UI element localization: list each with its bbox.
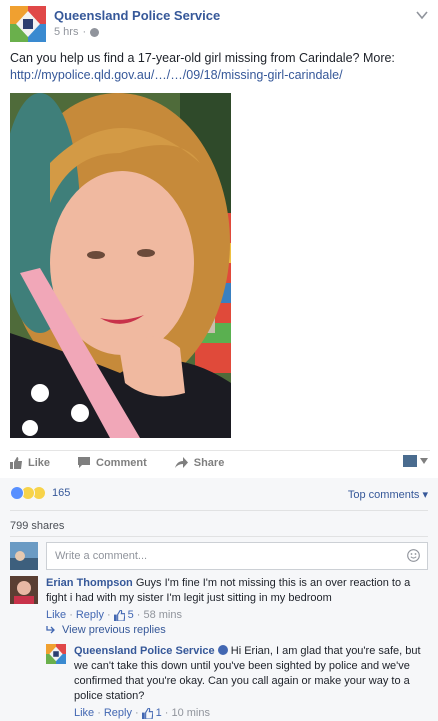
verified-badge-icon bbox=[217, 645, 228, 655]
chevron-down-icon[interactable] bbox=[416, 10, 428, 20]
emoji-icon[interactable] bbox=[407, 549, 420, 562]
reply-reply-link[interactable]: Reply bbox=[104, 706, 132, 721]
reply-body: Queensland Police Service Hi Erian, I am… bbox=[74, 644, 426, 721]
reply-like-link[interactable]: Like bbox=[74, 706, 94, 721]
comment-actions: Like · Reply · 5 · 58 mins bbox=[46, 608, 182, 623]
comment-label: Comment bbox=[96, 456, 147, 469]
post-link[interactable]: http://mypolice.qld.gov.au/…/…/09/18/mis… bbox=[10, 68, 343, 82]
comment-reply-link[interactable]: Reply bbox=[76, 608, 104, 623]
reply-arrow-icon bbox=[46, 626, 55, 634]
comments-area: 165 Top comments ▾ 799 shares Write a co… bbox=[0, 478, 438, 721]
post-text: Can you help us find a 17-year-old girl … bbox=[10, 50, 430, 84]
shares-count[interactable]: 799 shares bbox=[10, 520, 64, 532]
reply-author-avatar[interactable] bbox=[46, 644, 66, 664]
viewer-avatar bbox=[10, 542, 38, 570]
post-meta: 5 hrs · bbox=[54, 26, 100, 38]
globe-icon bbox=[90, 27, 100, 37]
comment-body: Erian Thompson Guys I'm fine I'm not mis… bbox=[46, 576, 418, 623]
comment-button[interactable]: Comment bbox=[78, 457, 147, 469]
top-comments-dropdown[interactable]: Top comments ▾ bbox=[348, 488, 428, 501]
comment-author[interactable]: Erian Thompson bbox=[46, 577, 133, 589]
comment-like-count[interactable]: 5 bbox=[128, 608, 134, 623]
post-action-bar: Like Comment Share bbox=[10, 450, 430, 474]
caret-down-icon bbox=[420, 458, 428, 464]
post-message: Can you help us find a 17-year-old girl … bbox=[10, 51, 395, 65]
share-label: Share bbox=[193, 456, 225, 469]
reply-like-count[interactable]: 1 bbox=[156, 706, 162, 721]
thumbs-up-icon bbox=[10, 456, 22, 469]
view-previous-replies[interactable]: View previous replies bbox=[46, 624, 166, 636]
comment-input[interactable] bbox=[46, 542, 428, 570]
comment-composer bbox=[10, 542, 428, 570]
divider bbox=[10, 536, 428, 537]
like-label: Like bbox=[28, 456, 51, 469]
reply-actions: Like · Reply · 1 · 10 mins bbox=[74, 706, 210, 721]
comment-time[interactable]: 58 mins bbox=[143, 608, 182, 623]
reply-time[interactable]: 10 mins bbox=[171, 706, 210, 721]
reactions-summary[interactable]: 165 bbox=[10, 486, 70, 500]
comment-icon bbox=[78, 457, 91, 468]
divider bbox=[10, 510, 428, 511]
like-icon bbox=[10, 486, 24, 500]
share-button[interactable]: Share bbox=[174, 456, 225, 469]
reply-author[interactable]: Queensland Police Service bbox=[74, 645, 215, 657]
top-comments-label: Top comments bbox=[347, 489, 420, 501]
reaction-count: 165 bbox=[52, 487, 71, 499]
view-previous-label: View previous replies bbox=[62, 624, 166, 636]
page-name[interactable]: Queensland Police Service bbox=[54, 8, 220, 23]
commenter-avatar[interactable] bbox=[10, 576, 38, 604]
share-as-picker[interactable] bbox=[403, 455, 428, 467]
thumbs-up-icon bbox=[141, 708, 153, 719]
post-photo[interactable] bbox=[10, 93, 231, 438]
post-header: Queensland Police Service 5 hrs · bbox=[10, 6, 430, 42]
comment-like-link[interactable]: Like bbox=[46, 608, 66, 623]
viewer-avatar-thumb bbox=[403, 455, 417, 467]
thumbs-up-icon bbox=[113, 610, 125, 621]
like-button[interactable]: Like bbox=[10, 456, 51, 469]
post-time[interactable]: 5 hrs bbox=[54, 26, 78, 38]
share-arrow-icon bbox=[174, 457, 188, 468]
page-avatar[interactable] bbox=[10, 6, 46, 42]
